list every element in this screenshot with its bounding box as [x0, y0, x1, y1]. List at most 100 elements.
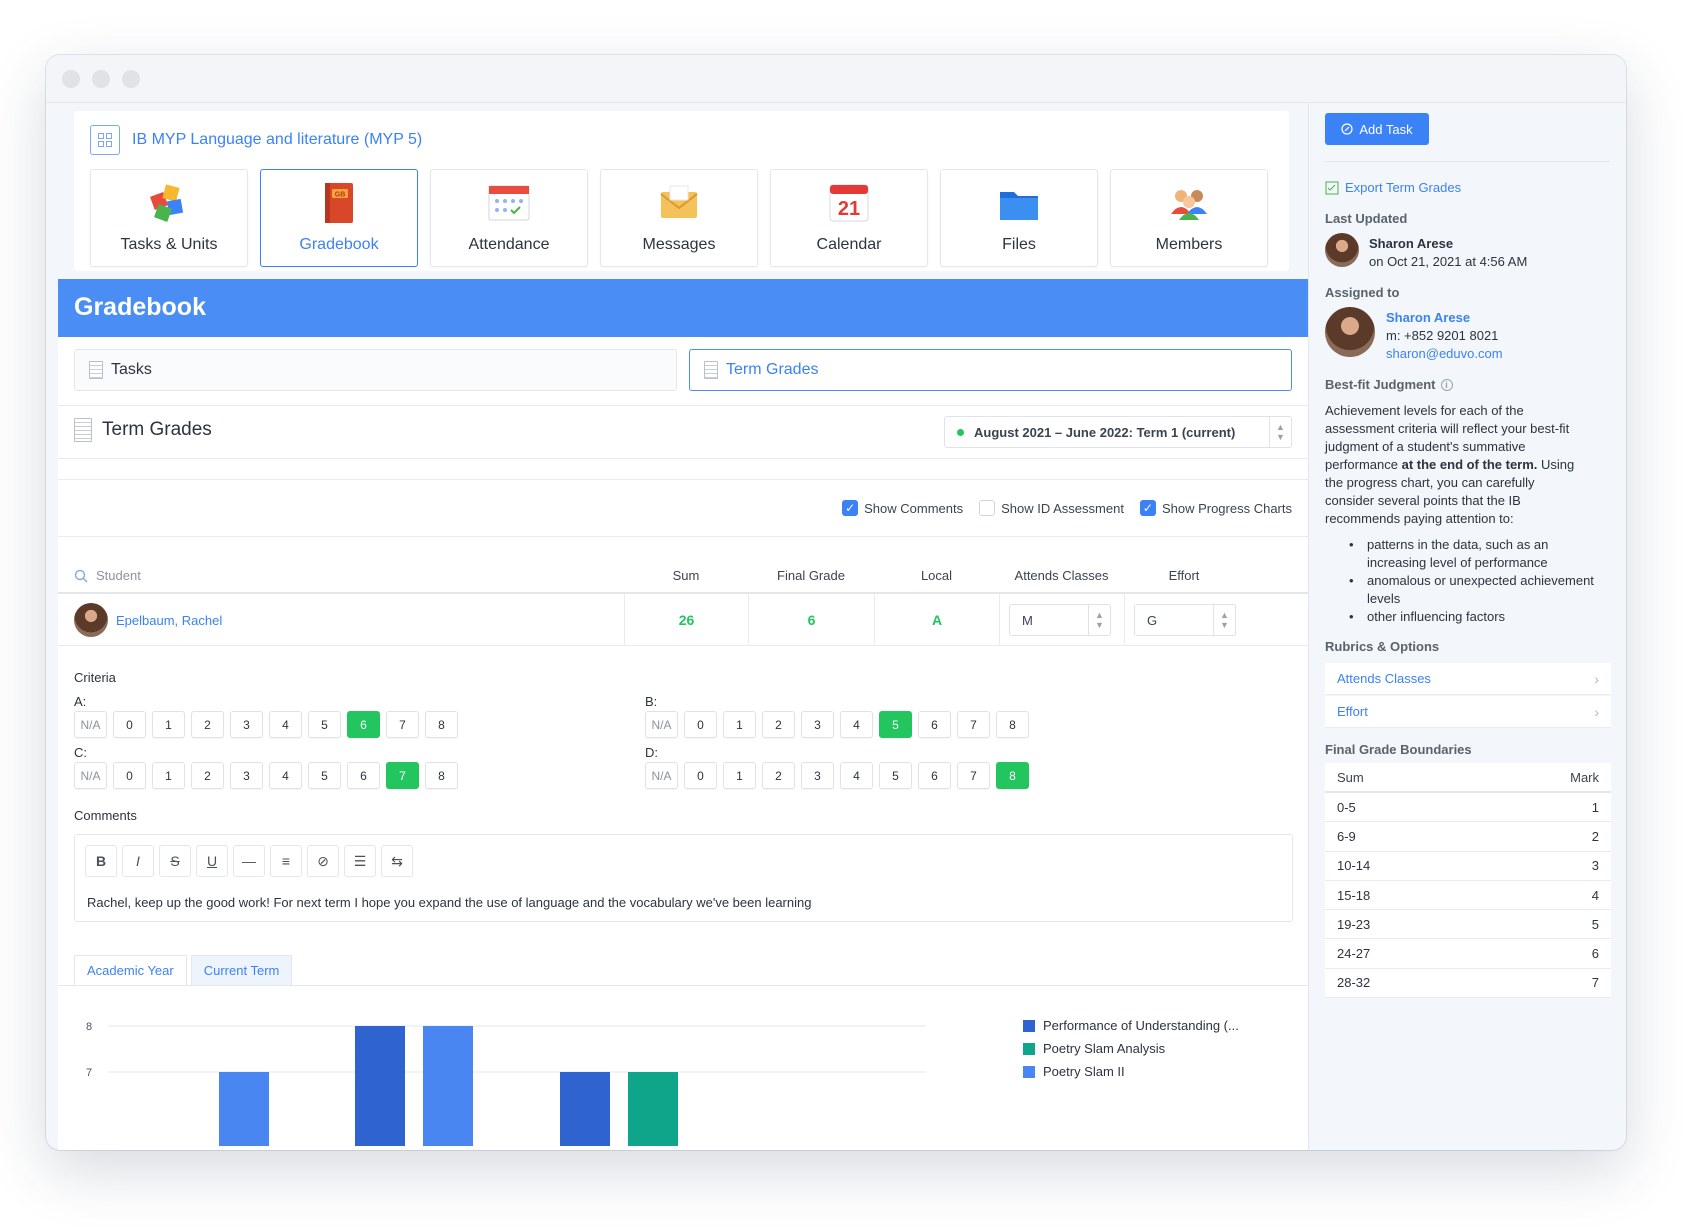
app-messages[interactable]: Messages — [600, 169, 758, 267]
score-button[interactable]: 3 — [801, 762, 834, 789]
chart-bar[interactable] — [355, 1026, 405, 1146]
select-chevrons-icon[interactable]: ▲ ▼ — [1269, 417, 1291, 447]
info-icon[interactable]: i — [1440, 378, 1453, 391]
app-gradebook[interactable]: GB Gradebook — [260, 169, 418, 267]
course-title-text[interactable]: IB MYP Language and literature (MYP 5) — [132, 131, 422, 149]
app-calendar[interactable]: 21 Calendar — [770, 169, 928, 267]
score-button[interactable]: N/A — [645, 762, 678, 789]
score-button[interactable]: 4 — [840, 762, 873, 789]
score-button[interactable]: 6 — [918, 711, 951, 738]
strikethrough-button[interactable]: S — [159, 845, 191, 877]
select-chevrons-icon[interactable]: ▲ ▼ — [1213, 605, 1235, 635]
score-button[interactable]: 3 — [230, 711, 263, 738]
comment-editor[interactable]: B I S U — ≡ ⊘ ☰ ⇆ Rachel, keep up the go… — [74, 834, 1293, 922]
score-button[interactable]: 1 — [723, 711, 756, 738]
attends-cell: M ▲ ▼ — [999, 594, 1124, 646]
score-button[interactable]: N/A — [74, 762, 107, 789]
show-id-assessment-option[interactable]: Show ID Assessment — [979, 500, 1124, 516]
score-button[interactable]: 5 — [879, 762, 912, 789]
course-title[interactable]: IB MYP Language and literature (MYP 5) — [90, 125, 422, 155]
student-search[interactable]: Student — [74, 568, 141, 583]
score-button[interactable]: N/A — [645, 711, 678, 738]
show-id-assessment-checkbox[interactable] — [979, 500, 996, 516]
term-select[interactable]: August 2021 – June 2022: Term 1 (current… — [944, 416, 1292, 448]
score-button[interactable]: 7 — [957, 762, 990, 789]
legend-item[interactable]: Poetry Slam Analysis — [1023, 1037, 1239, 1060]
score-button[interactable]: 6 — [347, 711, 380, 738]
assigned-email-link[interactable]: sharon@eduvo.com — [1386, 346, 1503, 361]
add-task-button[interactable]: Add Task — [1325, 113, 1429, 145]
app-tasks-units[interactable]: Tasks & Units — [90, 169, 248, 267]
rubric-attends-classes[interactable]: Attends Classes › — [1325, 663, 1611, 695]
score-button[interactable]: 3 — [230, 762, 263, 789]
score-button[interactable]: 2 — [191, 711, 224, 738]
score-button[interactable]: 7 — [386, 762, 419, 789]
export-term-grades-link[interactable]: Export Term Grades — [1325, 180, 1461, 195]
assigned-name-link[interactable]: Sharon Arese — [1386, 310, 1470, 325]
attends-classes-select[interactable]: M ▲ ▼ — [1009, 604, 1111, 636]
chart-bar[interactable] — [423, 1026, 473, 1146]
score-button[interactable]: 8 — [996, 711, 1029, 738]
score-button[interactable]: 7 — [957, 711, 990, 738]
effort-select[interactable]: G ▲ ▼ — [1134, 604, 1236, 636]
align-button[interactable]: ☰ — [344, 845, 376, 877]
score-button[interactable]: 5 — [308, 762, 341, 789]
score-button[interactable]: 4 — [269, 762, 302, 789]
subtab-tasks[interactable]: Tasks — [74, 349, 677, 391]
show-comments-option[interactable]: ✓ Show Comments — [842, 500, 963, 516]
student-cell[interactable]: Epelbaum, Rachel — [74, 603, 222, 637]
score-button[interactable]: 8 — [425, 711, 458, 738]
subtab-term-grades[interactable]: Term Grades — [689, 349, 1292, 391]
show-progress-charts-option[interactable]: ✓ Show Progress Charts — [1139, 500, 1292, 516]
chart-bar[interactable] — [628, 1072, 678, 1146]
rubric-effort[interactable]: Effort › — [1325, 696, 1611, 728]
table-row: 10-14 3 — [1325, 852, 1611, 881]
bold-button[interactable]: B — [85, 845, 117, 877]
bullet-list-button[interactable]: ≡ — [270, 845, 302, 877]
chart-bar[interactable] — [560, 1072, 610, 1146]
student-name-link[interactable]: Epelbaum, Rachel — [116, 613, 222, 628]
score-button[interactable]: 0 — [684, 762, 717, 789]
window-minimize-dot[interactable] — [92, 70, 110, 88]
grid-icon[interactable] — [90, 125, 120, 155]
chart-bar[interactable] — [219, 1072, 269, 1146]
score-button[interactable]: 0 — [113, 711, 146, 738]
score-button[interactable]: 6 — [918, 762, 951, 789]
underline-button[interactable]: U — [196, 845, 228, 877]
window-zoom-dot[interactable] — [122, 70, 140, 88]
legend-item[interactable]: Performance of Understanding (... — [1023, 1014, 1239, 1037]
score-button[interactable]: 5 — [308, 711, 341, 738]
italic-button[interactable]: I — [122, 845, 154, 877]
tab-academic-year[interactable]: Academic Year — [74, 955, 187, 985]
text-direction-button[interactable]: ⇆ — [381, 845, 413, 877]
score-button[interactable]: 0 — [684, 711, 717, 738]
score-button[interactable]: 3 — [801, 711, 834, 738]
window-close-dot[interactable] — [62, 70, 80, 88]
score-button[interactable]: 1 — [152, 711, 185, 738]
score-button[interactable]: 2 — [191, 762, 224, 789]
score-button[interactable]: 0 — [113, 762, 146, 789]
horizontal-rule-button[interactable]: — — [233, 845, 265, 877]
score-button[interactable]: 2 — [762, 762, 795, 789]
link-button[interactable]: ⊘ — [307, 845, 339, 877]
score-button[interactable]: 1 — [152, 762, 185, 789]
app-attendance[interactable]: Attendance — [430, 169, 588, 267]
score-button[interactable]: 4 — [269, 711, 302, 738]
score-button[interactable]: 5 — [879, 711, 912, 738]
app-members[interactable]: Members — [1110, 169, 1268, 267]
score-button[interactable]: N/A — [74, 711, 107, 738]
legend-item[interactable]: Poetry Slam II — [1023, 1060, 1239, 1083]
score-button[interactable]: 8 — [425, 762, 458, 789]
score-button[interactable]: 7 — [386, 711, 419, 738]
score-button[interactable]: 2 — [762, 711, 795, 738]
comment-text[interactable]: Rachel, keep up the good work! For next … — [87, 895, 811, 910]
score-button[interactable]: 1 — [723, 762, 756, 789]
tab-current-term[interactable]: Current Term — [190, 955, 293, 985]
show-progress-charts-checkbox[interactable]: ✓ — [1139, 500, 1156, 516]
app-files[interactable]: Files — [940, 169, 1098, 267]
score-button[interactable]: 8 — [996, 762, 1029, 789]
score-button[interactable]: 4 — [840, 711, 873, 738]
score-button[interactable]: 6 — [347, 762, 380, 789]
show-comments-checkbox[interactable]: ✓ — [842, 500, 859, 516]
select-chevrons-icon[interactable]: ▲ ▼ — [1088, 605, 1110, 635]
